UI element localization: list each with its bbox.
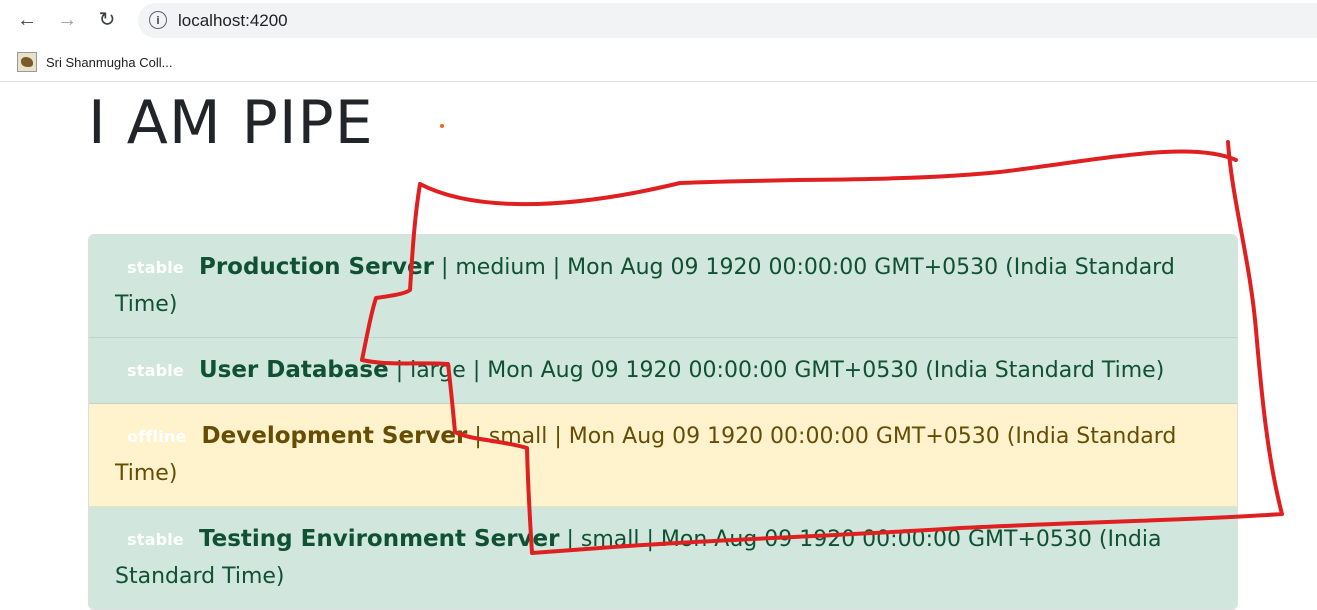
address-bar[interactable]: i localhost:4200 (138, 3, 1317, 38)
page-title: I AM PIPE (88, 88, 374, 158)
list-item: stable Testing Environment Server | smal… (89, 507, 1237, 609)
server-name: User Database (198, 357, 389, 383)
status-badge: stable (127, 258, 184, 277)
bookmark-label: Sri Shanmugha Coll... (46, 54, 173, 70)
college-favicon-icon (17, 52, 37, 72)
server-list: stable Production Server | medium | Mon … (88, 234, 1238, 610)
list-item: offline Development Server | small | Mon… (89, 404, 1237, 507)
bookmarks-bar: Sri Shanmugha Coll... (0, 42, 1317, 82)
back-arrow-icon[interactable]: ← (13, 6, 41, 34)
status-badge: offline (127, 427, 187, 446)
browser-toolbar: ← → ↻ i localhost:4200 (0, 0, 1317, 42)
status-badge: stable (127, 361, 184, 380)
forward-arrow-icon[interactable]: → (53, 6, 81, 34)
info-icon[interactable]: i (149, 11, 167, 29)
list-item: stable Production Server | medium | Mon … (89, 235, 1237, 338)
server-name: Development Server (201, 423, 468, 449)
list-item: stable User Database | large | Mon Aug 0… (89, 338, 1237, 404)
server-name: Production Server (198, 254, 434, 280)
reload-icon[interactable]: ↻ (93, 6, 121, 34)
bookmark-item[interactable]: Sri Shanmugha Coll... (17, 51, 172, 73)
server-name: Testing Environment Server (198, 526, 560, 552)
address-bar-url[interactable]: localhost:4200 (178, 11, 288, 31)
server-details: | large | Mon Aug 09 1920 00:00:00 GMT+0… (395, 358, 1165, 383)
stray-dot (440, 124, 444, 128)
status-badge: stable (127, 530, 184, 549)
